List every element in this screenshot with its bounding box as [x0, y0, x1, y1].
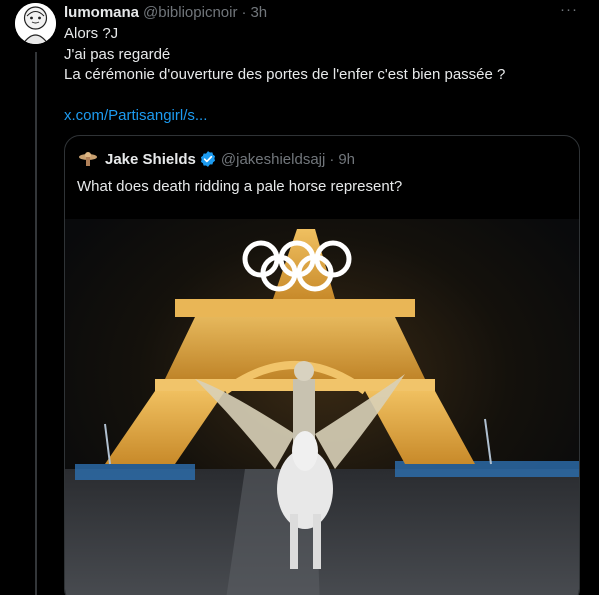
avatar-image: [15, 3, 56, 44]
post-time[interactable]: 3h: [250, 4, 267, 21]
author-handle[interactable]: @bibliopicnoir: [143, 4, 237, 21]
post[interactable]: lumomana @bibliopicnoir · 3h ··· Alors ?…: [0, 0, 599, 595]
post-text-line: La cérémonie d'ouverture des portes de l…: [64, 66, 506, 83]
author-name[interactable]: lumomana: [64, 4, 139, 21]
quoted-avatar-image: [77, 149, 99, 169]
quoted-post-text: What does death ridding a pale horse rep…: [77, 178, 403, 195]
quoted-author-handle[interactable]: @jakeshieldsajj: [221, 151, 325, 168]
post-text: Alors ?J J'ai pas regardé La cérémonie d…: [64, 24, 584, 127]
thread-line: [35, 52, 37, 595]
post-link[interactable]: x.com/Partisangirl/s...: [64, 107, 207, 124]
post-text-line: J'ai pas regardé: [64, 45, 171, 63]
quoted-post-time[interactable]: 9h: [338, 151, 355, 168]
quoted-post[interactable]: Jake Shields @jakeshieldsajj · 9h What d…: [64, 135, 580, 595]
verified-badge-icon: [200, 151, 215, 167]
post-header: lumomana @bibliopicnoir · 3h: [64, 2, 267, 22]
separator-dot: ·: [241, 3, 247, 21]
quoted-author-avatar[interactable]: [77, 149, 99, 169]
avatar[interactable]: [15, 3, 56, 44]
quoted-post-image[interactable]: [65, 219, 579, 595]
eiffel-tower-rider-photo: [65, 219, 579, 595]
more-options-icon[interactable]: ···: [559, 2, 579, 19]
post-text-line: Alors ?J: [64, 25, 119, 42]
quoted-post-header: Jake Shields @jakeshieldsajj · 9h: [77, 149, 355, 169]
quoted-author-name[interactable]: Jake Shields: [105, 151, 196, 168]
separator-dot: ·: [329, 150, 335, 168]
